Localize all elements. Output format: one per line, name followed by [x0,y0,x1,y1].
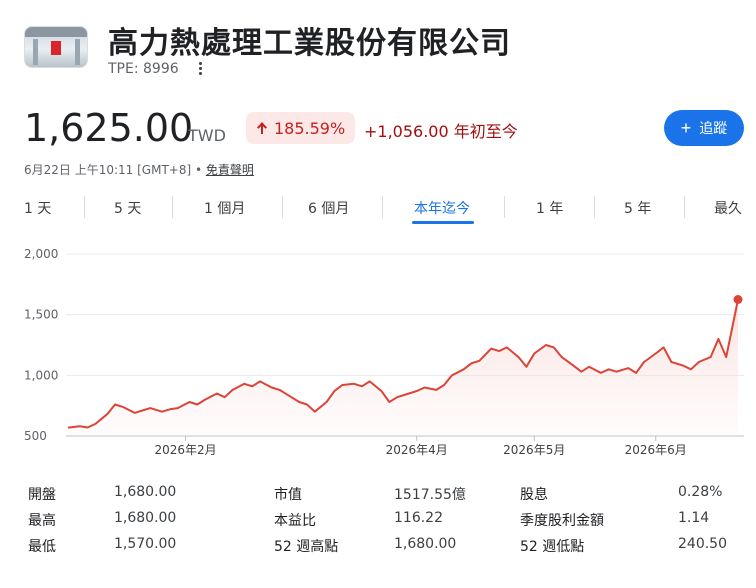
stat-label-52wk-low: 52 週低點 [520,539,585,555]
stats-table: 開盤 1,680.00 最高 1,680.00 最低 1,570.00 市值 1… [28,484,728,574]
tab-separator [84,196,85,218]
y-tick-label: 1,500 [24,308,58,322]
stat-value-52wk-low: 240.50 [678,536,727,552]
stat-label-open: 開盤 [28,487,56,503]
y-tick-label: 1,000 [24,368,58,382]
stat-value-low: 1,570.00 [114,536,177,552]
stat-label-quarterly-dividend: 季度股利金額 [520,513,604,529]
stat-label-low: 最低 [28,539,56,555]
tab-separator [504,196,505,218]
tab-separator [172,196,173,218]
stat-label-dividend: 股息 [520,487,548,503]
tab-max[interactable]: 最久 [714,198,742,218]
price-chart[interactable]: 2,000 1,500 1,000 500 2026年2月 2026年4月 2026年5月 2… [0,236,756,466]
stat-label-high: 最高 [28,513,56,529]
tab-separator [382,196,383,218]
quote-timestamp-line: 6月22日 上午10:11 [GMT+8] • 免責聲明 [24,161,254,178]
ticker-symbol: TPE: 8996 [108,61,179,77]
y-tick-label: 2,000 [24,247,58,261]
follow-button[interactable]: + 追蹤 [664,110,744,146]
stat-value-52wk-high: 1,680.00 [394,536,457,552]
stat-value-market-cap: 1517.55億 [394,487,466,503]
stat-label-52wk-high: 52 週高點 [274,539,339,555]
price-area [68,299,738,436]
current-price: 1,625.00 [24,106,194,150]
absolute-change: +1,056.00 年初至今 [364,122,518,141]
tab-5-year[interactable]: 5 年 [624,198,651,218]
percent-change-value: 185.59% [274,118,346,138]
stat-value-dividend: 0.28% [678,484,723,500]
tab-separator [684,196,685,218]
quote-timestamp: 6月22日 上午10:11 [GMT+8] • [24,163,203,177]
x-tick-label: 2026年5月 [503,443,565,457]
company-logo [24,26,88,68]
percent-change-badge: 185.59% [246,112,356,144]
stat-value-high: 1,680.00 [114,510,177,526]
follow-button-label: 追蹤 [699,120,728,136]
stat-label-pe-ratio: 本益比 [274,513,316,529]
latest-price-point [733,295,743,304]
tab-5-day[interactable]: 5 天 [114,198,141,218]
tab-separator [594,196,595,218]
more-options-icon[interactable] [194,58,206,78]
arrow-up-icon [257,122,267,134]
company-header: 高力熱處理工業股份有限公司 TPE: 8996 [24,14,744,84]
tab-1-day[interactable]: 1 天 [24,198,51,218]
stat-value-pe-ratio: 116.22 [394,510,443,526]
y-tick-label: 500 [24,429,47,443]
disclaimer-link[interactable]: 免責聲明 [206,163,254,177]
active-tab-indicator [412,221,474,224]
x-tick-label: 2026年2月 [154,443,216,457]
stat-label-market-cap: 市值 [274,487,302,503]
currency-label: TWD [188,126,226,145]
quote-row: 1,625.00 TWD 185.59% +1,056.00 年初至今 + 追蹤 [24,106,744,156]
tab-6-month[interactable]: 6 個月 [308,198,349,218]
tab-ytd[interactable]: 本年迄今 [414,198,470,218]
tab-1-month[interactable]: 1 個月 [204,198,245,218]
tab-separator [282,196,283,218]
stat-value-open: 1,680.00 [114,484,177,500]
range-tabs: 1 天 5 天 1 個月 6 個月 本年迄今 1 年 5 年 最久 [24,190,756,226]
tab-1-year[interactable]: 1 年 [536,198,563,218]
x-tick-label: 2026年6月 [625,443,687,457]
company-name: 高力熱處理工業股份有限公司 [108,26,511,61]
x-tick-label: 2026年4月 [386,443,448,457]
plus-icon: + [680,118,692,138]
stat-value-quarterly-dividend: 1.14 [678,510,710,526]
